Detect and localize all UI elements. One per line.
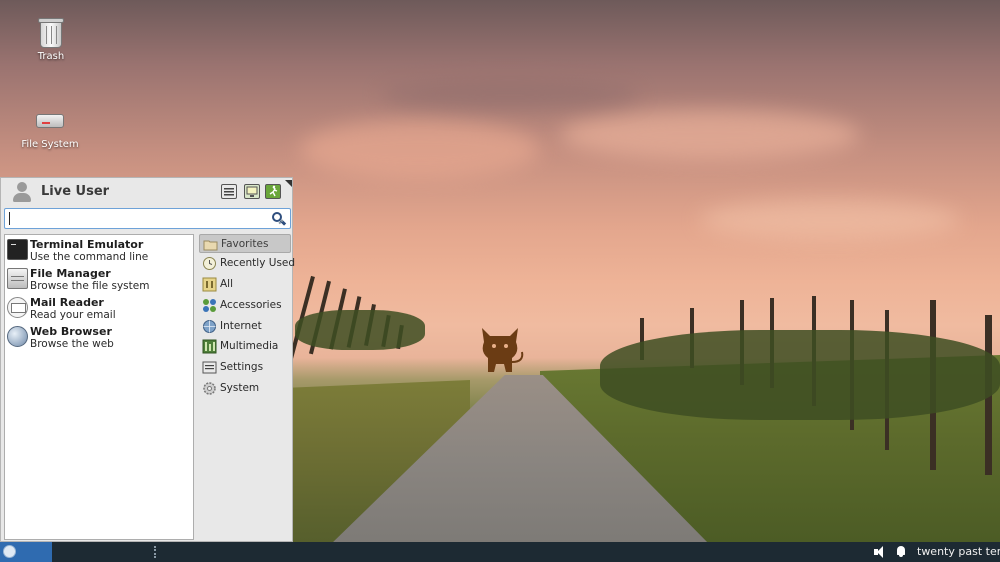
category-accessories[interactable]: Accessories (199, 296, 291, 315)
category-label: Internet (220, 320, 262, 332)
app-description: Use the command line (30, 251, 149, 263)
all-apps-icon (202, 277, 217, 292)
app-description: Browse the file system (30, 280, 150, 292)
app-name: File Manager (30, 267, 111, 280)
gear-icon (203, 382, 216, 395)
search-icon[interactable] (272, 212, 287, 226)
lock-screen-icon (246, 186, 258, 197)
app-description: Read your email (30, 309, 116, 321)
trash-icon (35, 16, 67, 48)
category-label: Multimedia (220, 340, 279, 352)
resize-grip-icon[interactable] (285, 180, 292, 187)
clock[interactable]: twenty past ten (917, 545, 1000, 558)
lock-screen-button[interactable] (244, 184, 260, 199)
desktop-icon-trash[interactable]: Trash (16, 16, 86, 62)
app-name: Web Browser (30, 325, 112, 338)
desktop-icon-label: File System (21, 139, 79, 150)
folder-icon (203, 240, 218, 251)
search-input[interactable] (4, 208, 291, 229)
terminal-icon (7, 239, 28, 260)
volume-icon[interactable] (874, 546, 886, 558)
list-item-terminal-emulator[interactable]: Terminal Emulator Use the command line (5, 236, 193, 264)
app-name: Terminal Emulator (30, 238, 144, 251)
settings-icon (224, 188, 234, 196)
multimedia-icon (202, 339, 217, 354)
app-name: Mail Reader (30, 296, 104, 309)
category-multimedia[interactable]: Multimedia (199, 337, 291, 356)
category-label: Accessories (220, 299, 282, 311)
file-manager-icon (7, 268, 28, 289)
application-menu: Live User Terminal Emulator Use the comm… (0, 177, 295, 542)
category-all[interactable]: All (199, 275, 291, 294)
accessories-icon (203, 299, 216, 312)
taskbar-panel: twenty past ten (0, 542, 1000, 562)
category-settings[interactable]: Settings (199, 358, 291, 377)
category-label: Favorites (221, 238, 269, 250)
category-internet[interactable]: Internet (199, 317, 291, 336)
category-system[interactable]: System (199, 379, 291, 398)
mail-icon (7, 297, 28, 318)
notification-bell-icon[interactable] (896, 546, 906, 558)
settings-button[interactable] (221, 184, 237, 199)
log-out-icon (269, 185, 278, 197)
category-label: Recently Used (220, 257, 296, 269)
app-description: Browse the web (30, 338, 114, 350)
distro-logo-icon (3, 545, 16, 558)
desktop-icon-label: Trash (37, 51, 65, 62)
category-label: Settings (220, 361, 264, 373)
avatar (11, 180, 33, 204)
settings-icon (202, 361, 217, 374)
menu-header: Live User (1, 178, 294, 206)
desktop-icon-file-system[interactable]: File System (15, 104, 85, 150)
category-recently-used[interactable]: Recently Used (199, 254, 295, 273)
drive-icon (34, 104, 66, 136)
list-item-file-manager[interactable]: File Manager Browse the file system (5, 265, 193, 293)
category-favorites[interactable]: Favorites (199, 234, 291, 253)
whisker-menu-button[interactable] (0, 542, 52, 562)
clock-icon (203, 257, 216, 270)
app-list: Terminal Emulator Use the command line F… (4, 234, 194, 540)
category-label: System (220, 382, 260, 394)
globe-icon (203, 320, 216, 333)
user-name: Live User (41, 184, 110, 199)
panel-drag-handle[interactable] (154, 546, 156, 558)
category-list: Favorites Recently Used All Accessories … (197, 234, 295, 540)
category-label: All (220, 278, 234, 290)
mascot-silhouette (482, 328, 524, 372)
log-out-button[interactable] (265, 184, 281, 199)
list-item-web-browser[interactable]: Web Browser Browse the web (5, 323, 193, 351)
list-item-mail-reader[interactable]: Mail Reader Read your email (5, 294, 193, 322)
globe-icon (7, 326, 28, 347)
